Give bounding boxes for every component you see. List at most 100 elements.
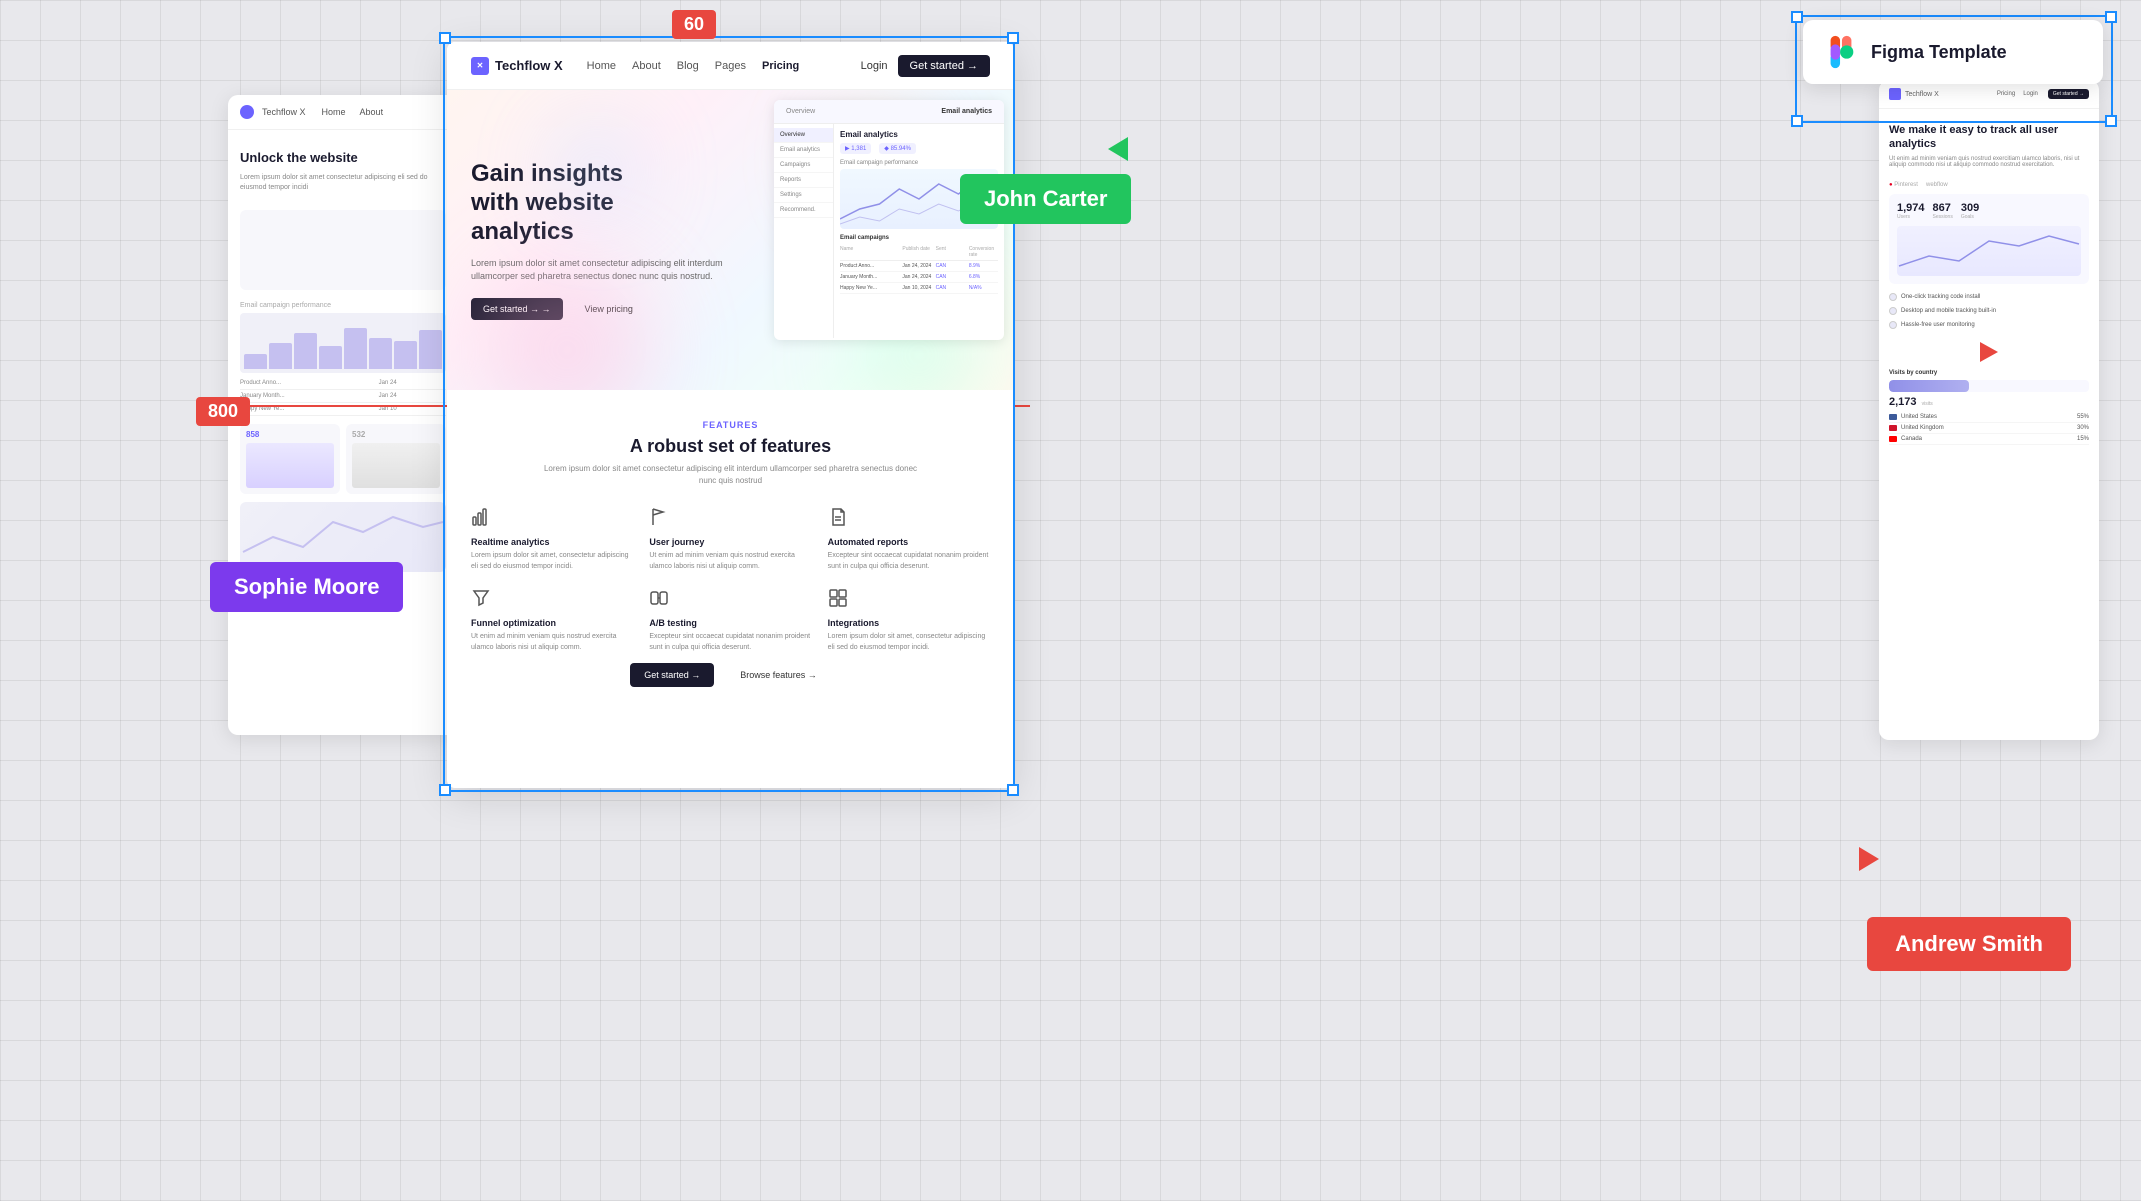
funnel-icon (471, 588, 495, 612)
table-row: Product Anno...Jan 24 (240, 377, 446, 390)
ruler-top-value: 60 (672, 10, 716, 39)
left-mini-label: Email campaign performance (228, 298, 458, 313)
red-arrow-icon (1980, 342, 1998, 362)
flag-uk (1889, 425, 1897, 431)
features-grid: Realtime analytics Lorem ipsum dolor sit… (471, 507, 990, 653)
login-button[interactable]: Login (861, 60, 888, 72)
rbc-nav-pricing: Pricing (1997, 91, 2015, 97)
check-item-3: Hassle-free user monitoring (1889, 318, 2089, 332)
feature-text-funnel: Ut enim ad minim veniam quis nostrud exe… (471, 632, 633, 653)
brand-name: Techflow X (495, 58, 563, 73)
left-card-hero: Unlock the website Lorem ipsum dolor sit… (228, 130, 458, 202)
panel-body: Overview Email analytics Campaigns Repor… (774, 124, 1004, 338)
table-row: January Month...Jan 24 (240, 390, 446, 403)
feature-text-reports: Excepteur sint occaecat cupidatat nonani… (828, 551, 990, 572)
handle-figma-bl[interactable] (1791, 115, 1803, 127)
feature-name-journey: User journey (649, 537, 811, 547)
stat-1: ▶ 1,381 (840, 143, 871, 154)
handle-figma-tl[interactable] (1791, 11, 1803, 23)
left-mini-table: Product Anno...Jan 24 January Month...Ja… (240, 377, 446, 416)
green-arrow-triangle (1108, 137, 1128, 161)
feature-name-reports: Automated reports (828, 537, 990, 547)
nav-pricing[interactable]: Pricing (762, 60, 799, 72)
features-section: FEATURES A robust set of features Lorem … (447, 390, 1014, 737)
john-carter-label: John Carter (960, 174, 1131, 224)
sidebar-recommend: Recommend. (774, 203, 833, 218)
ab-icon (649, 588, 673, 612)
campaigns-title: Email campaigns (840, 235, 998, 241)
feature-name-ab: A/B testing (649, 618, 811, 628)
figma-box: Figma Template (1803, 20, 2103, 84)
feature-integrations: Integrations Lorem ipsum dolor sit amet,… (828, 588, 990, 653)
rbc-checklist: One-click tracking code install Desktop … (1879, 284, 2099, 338)
file-icon (828, 507, 852, 531)
visits-label: Visits by country (1879, 366, 2099, 380)
brand: Techflow X (471, 57, 563, 75)
cta-row: Get started → Browse features → (471, 653, 990, 707)
figma-title: Figma Template (1871, 42, 2007, 63)
panel-stats: ▶ 1,381 ◆ 85.94% (840, 143, 998, 154)
rbc-analytics-block: 1,974 Users 867 Sessions 309 Goals (1889, 194, 2089, 284)
rbc-country-table: United States 55% United Kingdom 30% Can… (1879, 408, 2099, 449)
handle-tl[interactable] (439, 32, 451, 44)
cta-secondary-button[interactable]: Browse features → (726, 663, 831, 687)
check-dot-2 (1889, 307, 1897, 315)
feature-text-ab: Excepteur sint occaecat cupidatat nonani… (649, 632, 811, 653)
table-row: Product Anno... Jan 24, 2024 CAN 8.9% (840, 261, 998, 272)
left-nav-home: Home (322, 107, 346, 117)
rbc-hero: We make it easy to track all user analyt… (1879, 109, 2099, 176)
table-row: Happy New Ye... Jan 10, 2024 CAN N/A% (840, 283, 998, 294)
mini-table-section: Email campaigns Name Publish date Sent C… (840, 235, 998, 294)
nav-links[interactable]: Home About Blog Pages Pricing (587, 60, 800, 72)
flag-icon (649, 507, 673, 531)
left-card-nav: Techflow X Home About (228, 95, 458, 130)
flag-us (1889, 414, 1897, 420)
cta-primary-button[interactable]: Get started → (630, 663, 714, 687)
check-dot-3 (1889, 321, 1897, 329)
rbc-brand: Techflow X (1905, 91, 1939, 98)
rbc-hero-title: We make it easy to track all user analyt… (1889, 123, 2089, 152)
rbc-chart-mini (1897, 226, 2081, 276)
right-bg-card: Techflow X Pricing Login Get started → W… (1879, 80, 2099, 740)
rbc-nav: Techflow X Pricing Login Get started → (1879, 80, 2099, 109)
rbc-cursor-area (1879, 338, 2099, 366)
brand-pinterest: ● Pinterest (1889, 182, 1918, 188)
left-mini-section (240, 210, 446, 290)
features-desc: Lorem ipsum dolor sit amet consectetur a… (541, 463, 921, 487)
handle-figma-br[interactable] (2105, 115, 2117, 127)
table-row: January Month... Jan 24, 2024 CAN 6.8% (840, 272, 998, 283)
feature-name-integrations: Integrations (828, 618, 990, 628)
ruler-left-value: 800 (196, 397, 250, 426)
nav-home[interactable]: Home (587, 60, 616, 72)
andrew-smith-label: Andrew Smith (1867, 917, 2071, 971)
panel-sidebar: Overview Email analytics Campaigns Repor… (774, 124, 834, 338)
panel-header: Overview Email analytics (774, 100, 1004, 124)
panel-tab-overview: Overview (782, 106, 819, 117)
check-item-1: One-click tracking code install (1889, 290, 2089, 304)
left-card-logo (240, 105, 254, 119)
feature-journey: User journey Ut enim ad minim veniam qui… (649, 507, 811, 572)
rbc-brands: ● Pinterest webflow (1879, 176, 2099, 194)
left-bottom-card-2: 532 (346, 424, 446, 494)
flag-ca (1889, 436, 1897, 442)
nav-about[interactable]: About (632, 60, 661, 72)
brand-icon (471, 57, 489, 75)
left-card-brand: Techflow X (262, 107, 306, 117)
handle-figma-tr[interactable] (2105, 11, 2117, 23)
left-mini-chart (240, 313, 446, 373)
sidebar-settings: Settings (774, 188, 833, 203)
country-row-ca: Canada 15% (1889, 434, 2089, 445)
rbc-get-started-btn[interactable]: Get started → (2048, 89, 2089, 99)
nav-blog[interactable]: Blog (677, 60, 699, 72)
rbc-stat-2: 867 Sessions (1933, 202, 1953, 220)
country-row-us: United States 55% (1889, 412, 2089, 423)
panel-title: Email analytics (840, 130, 998, 139)
get-started-button[interactable]: Get started (898, 55, 990, 77)
feature-name-realtime: Realtime analytics (471, 537, 633, 547)
stat-2: ◆ 85.94% (879, 143, 916, 154)
feature-ab: A/B testing Excepteur sint occaecat cupi… (649, 588, 811, 653)
nav-pages[interactable]: Pages (715, 60, 746, 72)
table-header: Name Publish date Sent Conversion rate (840, 244, 998, 261)
sophie-moore-label: Sophie Moore (210, 562, 403, 612)
features-label: FEATURES (471, 420, 990, 430)
